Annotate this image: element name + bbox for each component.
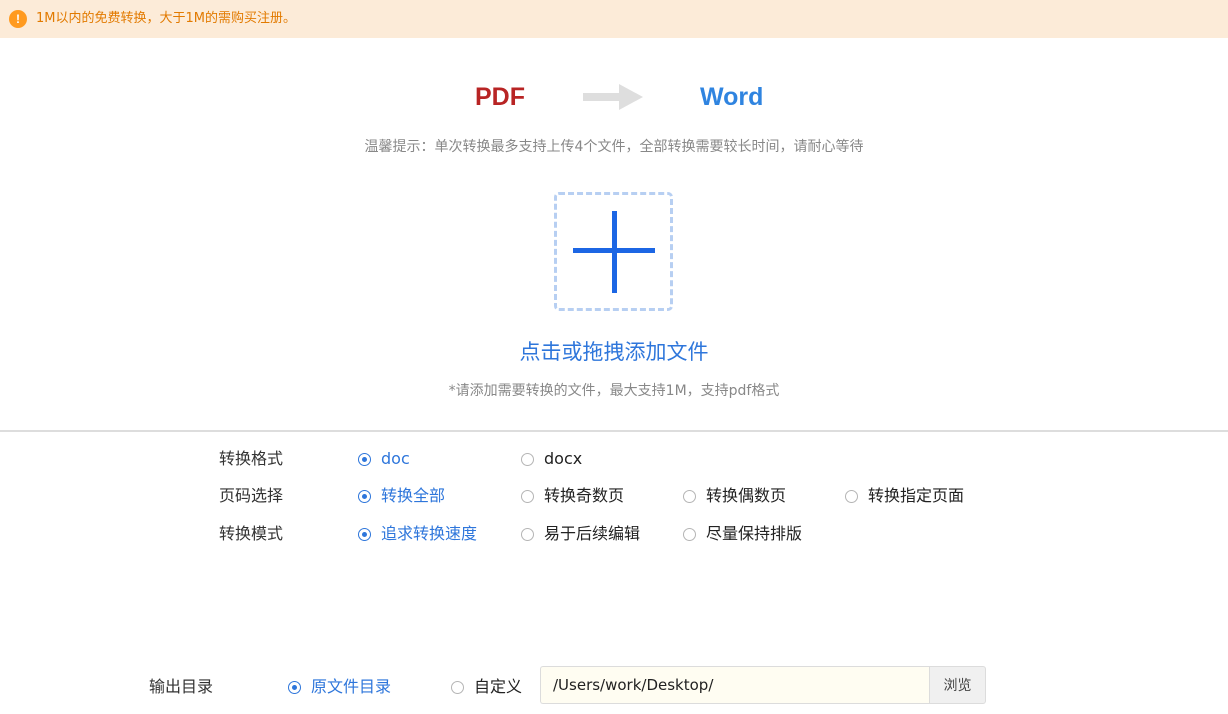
pages-radio-all[interactable]: 转换全部 — [358, 485, 445, 507]
radio-label: doc — [381, 449, 410, 468]
mode-radio-editable[interactable]: 易于后续编辑 — [521, 523, 640, 545]
mode-label: 转换模式 — [219, 524, 284, 543]
radio-circle[interactable] — [683, 489, 696, 503]
mode-radio-layout[interactable]: 尽量保持排版 — [683, 523, 802, 545]
radio-label: 转换奇数页 — [544, 486, 625, 505]
radio-circle[interactable] — [521, 452, 534, 466]
output-path-input[interactable] — [540, 666, 930, 704]
radio-label: docx — [544, 449, 583, 468]
notice-banner: ! 1M以内的免费转换，大于1M的需购买注册。 — [0, 0, 1228, 38]
section-divider — [0, 430, 1228, 432]
source-format-label: PDF — [475, 83, 525, 111]
mode-radio-speed[interactable]: 追求转换速度 — [358, 523, 477, 545]
radio-circle[interactable] — [358, 452, 371, 466]
radio-label: 原文件目录 — [311, 677, 392, 696]
output-radio-custom[interactable]: 自定义 — [451, 676, 522, 698]
file-limit-text: *请添加需要转换的文件，最大支持1M，支持pdf格式 — [448, 383, 780, 399]
output-label: 输出目录 — [149, 677, 214, 696]
pages-label: 页码选择 — [219, 486, 284, 505]
notice-text: 1M以内的免费转换，大于1M的需购买注册。 — [36, 11, 296, 26]
format-radio-docx[interactable]: docx — [521, 448, 582, 470]
add-file-link[interactable]: 点击或拖拽添加文件 — [0, 338, 1228, 366]
radio-circle[interactable] — [358, 489, 371, 503]
exclamation-icon: ! — [9, 10, 27, 28]
radio-circle[interactable] — [845, 489, 858, 503]
format-radio-doc[interactable]: doc — [358, 448, 410, 470]
format-label: 转换格式 — [219, 449, 284, 468]
target-format-label: Word — [700, 83, 764, 111]
radio-label: 易于后续编辑 — [544, 524, 641, 543]
radio-circle[interactable] — [288, 680, 301, 694]
pages-radio-custom[interactable]: 转换指定页面 — [845, 485, 964, 507]
radio-label: 自定义 — [474, 677, 523, 696]
radio-label: 转换指定页面 — [868, 486, 965, 505]
radio-label: 尽量保持排版 — [706, 524, 803, 543]
right-arrow-icon — [583, 84, 643, 110]
pdf-to-word-converter: ! 1M以内的免费转换，大于1M的需购买注册。 PDF Word 温馨提示：单次… — [0, 0, 1228, 714]
plus-icon-vertical — [612, 211, 617, 293]
radio-circle[interactable] — [358, 527, 371, 541]
tip-text: 温馨提示：单次转换最多支持上传4个文件，全部转换需要较长时间，请耐心等待 — [364, 139, 864, 155]
pages-radio-odd[interactable]: 转换奇数页 — [521, 485, 624, 507]
radio-circle[interactable] — [521, 489, 534, 503]
output-radio-original[interactable]: 原文件目录 — [288, 676, 391, 698]
file-drop-zone[interactable] — [554, 192, 673, 311]
radio-circle[interactable] — [451, 680, 464, 694]
pages-radio-even[interactable]: 转换偶数页 — [683, 485, 786, 507]
radio-circle[interactable] — [683, 527, 696, 541]
radio-circle[interactable] — [521, 527, 534, 541]
radio-label: 转换偶数页 — [706, 486, 787, 505]
radio-label: 追求转换速度 — [381, 524, 478, 543]
browse-button[interactable]: 浏览 — [929, 666, 986, 704]
radio-label: 转换全部 — [381, 486, 446, 505]
